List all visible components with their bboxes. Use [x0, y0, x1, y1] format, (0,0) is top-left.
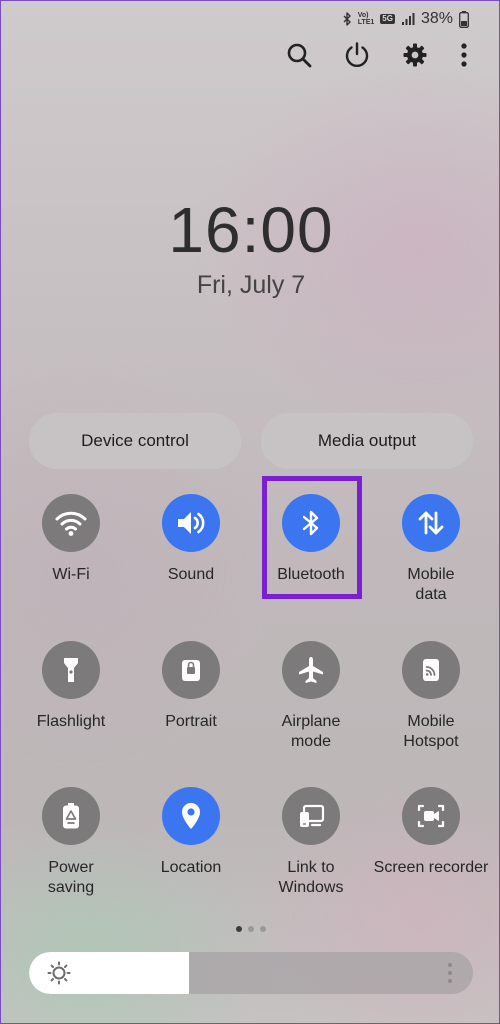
power-icon[interactable]	[343, 41, 371, 69]
search-icon[interactable]	[285, 41, 313, 69]
flashlight-icon[interactable]	[42, 641, 100, 699]
status-bar: Vo) LTE1 5G 38%	[342, 7, 469, 31]
airplane-icon[interactable]	[282, 641, 340, 699]
brightness-sun-icon	[47, 961, 71, 985]
network-type: 5G	[380, 14, 395, 24]
page-dot	[260, 926, 266, 932]
tile-power-saving[interactable]: Power saving	[11, 787, 131, 898]
power-saving-icon[interactable]	[42, 787, 100, 845]
tile-label: Power saving	[47, 859, 95, 896]
link-to-windows-icon[interactable]	[282, 787, 340, 845]
more-vert-icon[interactable]	[459, 41, 469, 69]
device-control-button[interactable]: Device control	[29, 413, 241, 469]
tile-location[interactable]: Location	[131, 787, 251, 878]
clock-date[interactable]: Fri, July 7	[1, 271, 500, 300]
tile-label: Sound	[167, 566, 215, 583]
bluetooth-status-icon	[342, 12, 352, 26]
battery-icon	[459, 10, 469, 28]
wifi-icon[interactable]	[42, 494, 100, 552]
tile-label: Flashlight	[36, 713, 106, 730]
page-dot	[248, 926, 254, 932]
signal-icon	[401, 12, 415, 26]
tile-label: Wi-Fi	[52, 566, 90, 583]
tile-mobile-hotspot[interactable]: Mobile Hotspot	[371, 641, 491, 752]
tile-label: Airplane mode	[281, 713, 341, 750]
brightness-more-icon[interactable]	[447, 962, 453, 984]
tile-mobile-data[interactable]: Mobile data	[371, 494, 491, 605]
network-label-mid: LTE1	[357, 19, 375, 26]
bluetooth-highlight-box	[262, 476, 362, 599]
tile-link-to-windows[interactable]: Link to Windows	[251, 787, 371, 898]
screen-recorder-icon[interactable]	[402, 787, 460, 845]
clock-time[interactable]: 16:00	[1, 193, 500, 267]
location-icon[interactable]	[162, 787, 220, 845]
tile-label: Portrait	[165, 713, 217, 730]
brightness-slider[interactable]	[29, 952, 473, 994]
tile-label: Screen recorder	[373, 859, 489, 876]
battery-percent: 38%	[420, 10, 453, 27]
quick-panel-header	[285, 41, 469, 69]
tile-label: Link to Windows	[278, 859, 344, 896]
page-indicator	[1, 926, 500, 932]
tile-sound[interactable]: Sound	[131, 494, 251, 585]
tile-label: Location	[160, 859, 222, 876]
tile-portrait[interactable]: Portrait	[131, 641, 251, 732]
sound-icon[interactable]	[162, 494, 220, 552]
tile-flashlight[interactable]: Flashlight	[11, 641, 131, 732]
tile-wifi[interactable]: Wi-Fi	[11, 494, 131, 585]
network-type-badge: 5G	[380, 14, 395, 24]
tile-screen-recorder[interactable]: Screen recorder	[371, 787, 491, 878]
settings-icon[interactable]	[401, 41, 429, 69]
tile-label: Mobile Hotspot	[403, 713, 459, 750]
page-dot-active	[236, 926, 242, 932]
mobile-data-icon[interactable]	[402, 494, 460, 552]
tile-label: Mobile data	[407, 566, 455, 603]
network-label: Vo) LTE1	[358, 12, 375, 26]
hotspot-icon[interactable]	[402, 641, 460, 699]
network-label-top: Vo)	[357, 12, 369, 19]
tile-airplane-mode[interactable]: Airplane mode	[251, 641, 371, 752]
media-output-button[interactable]: Media output	[261, 413, 473, 469]
portrait-icon[interactable]	[162, 641, 220, 699]
